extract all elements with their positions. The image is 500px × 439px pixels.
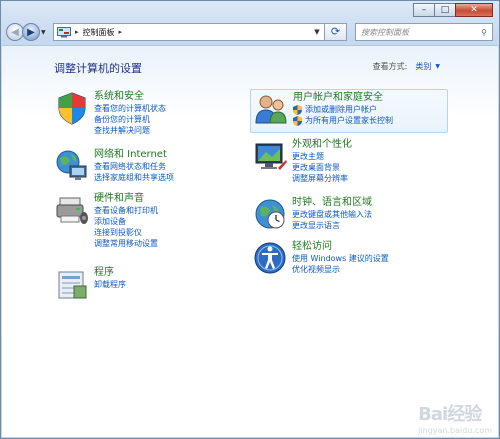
window-controls: – □ ✕	[413, 3, 493, 17]
link-screen-resolution[interactable]: 调整屏幕分辨率	[292, 173, 352, 184]
refresh-button[interactable]: ⟳	[325, 23, 347, 41]
navigation-bar: ◀ ▶ ▼ ▸ 控制面板 ▸ ▼ ⟳ 搜索控制面板 ⚲	[6, 21, 493, 43]
link-change-display-language[interactable]: 更改显示语言	[292, 220, 372, 231]
uac-shield-icon	[293, 115, 302, 126]
category-system-security: 系统和安全 查看您的计算机状态 备份您的计算机 查找并解决问题	[54, 90, 166, 136]
content-area: 调整计算机的设置 查看方式: 类别 ▼ 系统和安全 查看您的计算机状态 备份您的…	[2, 45, 498, 437]
watermark: Bai经验 jingyan.baidu.com	[418, 400, 492, 435]
link-view-computer-status[interactable]: 查看您的计算机状态	[94, 103, 166, 114]
programs-icon[interactable]	[54, 266, 90, 302]
view-by-value[interactable]: 类别	[415, 61, 431, 72]
search-placeholder: 搜索控制面板	[361, 27, 409, 37]
category-ease-of-access: 轻松访问 使用 Windows 建议的设置 优化视频显示	[252, 240, 389, 276]
close-button[interactable]: ✕	[455, 3, 493, 17]
forward-button[interactable]: ▶	[22, 23, 40, 41]
link-change-background[interactable]: 更改桌面背景	[292, 162, 352, 173]
chevron-down-icon[interactable]: ▼	[435, 63, 440, 70]
link-change-theme[interactable]: 更改主题	[292, 151, 352, 162]
category-title[interactable]: 轻松访问	[292, 240, 389, 253]
ease-of-access-icon[interactable]	[252, 240, 288, 276]
recent-pages-dropdown[interactable]: ▼	[41, 29, 49, 36]
refresh-icon: ⟳	[330, 25, 341, 38]
user-accounts-icon[interactable]	[253, 91, 289, 127]
back-arrow-icon: ◀	[11, 26, 19, 38]
system-security-icon[interactable]	[54, 90, 90, 126]
watermark-url: jingyan.baidu.com	[418, 426, 492, 435]
clock-language-region-icon[interactable]	[252, 196, 288, 232]
category-hardware-sound: 硬件和声音 查看设备和打印机 添加设备 连接到投影仪 调整常用移动设置	[54, 192, 158, 249]
link-text[interactable]: 添加或删除用户帐户	[305, 104, 377, 115]
view-by-label: 查看方式:	[372, 62, 408, 71]
control-panel-icon	[57, 26, 71, 37]
link-backup-computer[interactable]: 备份您的计算机	[94, 114, 166, 125]
search-icon[interactable]: ⚲	[476, 28, 492, 37]
category-user-accounts: 用户帐户和家庭安全 添加或删除用户帐户 为所有用户设置家长控制	[250, 89, 448, 133]
watermark-brand: Bai经验	[418, 404, 482, 425]
category-title[interactable]: 程序	[94, 266, 126, 279]
link-connect-projector[interactable]: 连接到投影仪	[94, 227, 158, 238]
category-programs: 程序 卸载程序	[54, 266, 126, 302]
link-text[interactable]: 为所有用户设置家长控制	[305, 115, 393, 126]
control-panel-window: – □ ✕ ◀ ▶ ▼ ▸ 控制面板 ▸ ▼ ⟳ 搜索控制面板 ⚲ 调整计算机的…	[0, 0, 500, 439]
maximize-button[interactable]: □	[434, 3, 456, 17]
search-input[interactable]: 搜索控制面板 ⚲	[355, 23, 493, 41]
link-view-network-status[interactable]: 查看网络状态和任务	[94, 161, 174, 172]
category-title[interactable]: 时钟、语言和区域	[292, 196, 372, 209]
link-find-fix-problems[interactable]: 查找并解决问题	[94, 125, 166, 136]
category-network-internet: 网络和 Internet 查看网络状态和任务 选择家庭组和共享选项	[54, 148, 174, 184]
category-clock-language: 时钟、语言和区域 更改键盘或其他输入法 更改显示语言	[252, 196, 372, 232]
link-change-keyboard[interactable]: 更改键盘或其他输入法	[292, 209, 372, 220]
category-appearance: 外观和个性化 更改主题 更改桌面背景 调整屏幕分辨率	[252, 138, 352, 184]
breadcrumb-separator[interactable]: ▸	[119, 28, 123, 36]
link-optimize-display[interactable]: 优化视频显示	[292, 264, 389, 275]
appearance-icon[interactable]	[252, 138, 288, 174]
address-dropdown-icon[interactable]: ▼	[310, 28, 324, 36]
link-add-device[interactable]: 添加设备	[94, 216, 158, 227]
hardware-sound-icon[interactable]	[54, 192, 90, 228]
category-title[interactable]: 系统和安全	[94, 90, 166, 103]
category-title[interactable]: 硬件和声音	[94, 192, 158, 205]
page-title: 调整计算机的设置	[54, 62, 142, 75]
breadcrumb-control-panel[interactable]: 控制面板	[83, 27, 115, 38]
view-by-control: 查看方式: 类别 ▼	[373, 61, 440, 72]
uac-shield-icon	[293, 104, 302, 115]
link-parental-controls[interactable]: 为所有用户设置家长控制	[293, 115, 393, 126]
link-uninstall-program[interactable]: 卸载程序	[94, 279, 126, 290]
breadcrumb-separator: ▸	[75, 28, 79, 36]
link-devices-printers[interactable]: 查看设备和打印机	[94, 205, 158, 216]
category-title[interactable]: 外观和个性化	[292, 138, 352, 151]
network-icon[interactable]	[54, 148, 90, 184]
category-title[interactable]: 网络和 Internet	[94, 148, 174, 161]
address-bar[interactable]: ▸ 控制面板 ▸ ▼	[53, 23, 325, 41]
minimize-button[interactable]: –	[413, 3, 435, 17]
forward-arrow-icon: ▶	[27, 26, 35, 38]
link-recommended-settings[interactable]: 使用 Windows 建议的设置	[292, 253, 389, 264]
link-mobility-settings[interactable]: 调整常用移动设置	[94, 238, 158, 249]
link-homegroup-sharing[interactable]: 选择家庭组和共享选项	[94, 172, 174, 183]
category-title[interactable]: 用户帐户和家庭安全	[293, 91, 393, 104]
link-add-remove-accounts[interactable]: 添加或删除用户帐户	[293, 104, 393, 115]
